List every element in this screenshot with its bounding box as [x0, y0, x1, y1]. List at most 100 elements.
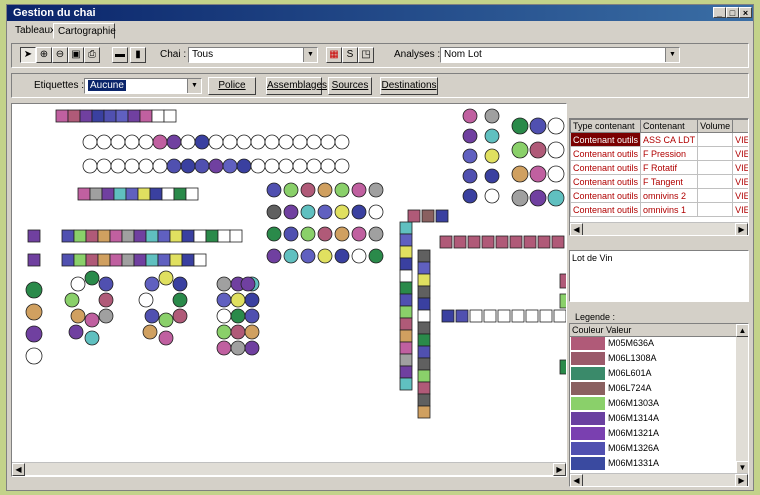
tank-circle[interactable]	[96, 134, 112, 150]
tank-circle[interactable]	[158, 312, 174, 328]
tank-square[interactable]	[173, 187, 187, 201]
tank-circle[interactable]	[462, 188, 478, 204]
picture-icon[interactable]: ▣	[68, 47, 84, 63]
tank-circle[interactable]	[368, 226, 384, 242]
tank-circle[interactable]	[68, 324, 84, 340]
tank-circle[interactable]	[529, 165, 547, 183]
tank-circle[interactable]	[216, 340, 232, 356]
tank-square[interactable]	[133, 253, 147, 267]
tank-square[interactable]	[399, 293, 413, 307]
tank-square[interactable]	[61, 253, 75, 267]
tank-square[interactable]	[497, 309, 511, 323]
sources-button[interactable]: Sources	[328, 77, 372, 95]
tank-circle[interactable]	[98, 308, 114, 324]
tank-square[interactable]	[439, 235, 453, 249]
tank-square[interactable]	[73, 229, 87, 243]
tank-square[interactable]	[559, 273, 566, 289]
tank-square[interactable]	[417, 405, 431, 419]
tank-square[interactable]	[509, 235, 523, 249]
tank-circle[interactable]	[230, 324, 246, 340]
tank-square[interactable]	[417, 345, 431, 359]
tank-map[interactable]	[12, 104, 566, 462]
legend-row[interactable]: M06M1321A	[570, 427, 736, 440]
tank-circle[interactable]	[547, 165, 565, 183]
tank-circle[interactable]	[180, 134, 196, 150]
tank-square[interactable]	[537, 235, 551, 249]
tank-circle[interactable]	[138, 158, 154, 174]
tank-circle[interactable]	[216, 324, 232, 340]
tank-square[interactable]	[127, 109, 141, 123]
tank-circle[interactable]	[64, 292, 80, 308]
tank-circle[interactable]	[138, 292, 154, 308]
tank-square[interactable]	[399, 281, 413, 295]
tank-circle[interactable]	[511, 189, 529, 207]
legend-row[interactable]: M06L601A	[570, 367, 736, 380]
etiquettes-select[interactable]: Aucune ▼	[84, 78, 202, 94]
tank-circle[interactable]	[172, 292, 188, 308]
maximize-button[interactable]: □	[726, 7, 739, 18]
tank-circle[interactable]	[368, 248, 384, 264]
tank-circle[interactable]	[240, 276, 256, 292]
tank-circle[interactable]	[266, 182, 282, 198]
tank-circle[interactable]	[351, 182, 367, 198]
tank-circle[interactable]	[25, 303, 43, 321]
tank-circle[interactable]	[244, 324, 260, 340]
tank-circle[interactable]	[222, 134, 238, 150]
tank-square[interactable]	[511, 309, 525, 323]
tank-square[interactable]	[109, 253, 123, 267]
chevron-down-icon[interactable]: ▼	[303, 48, 317, 62]
table-row[interactable]: Contenant outilsomnivins 2VIEIL	[570, 188, 748, 203]
table-row[interactable]: Contenant outilsASS CA LDTVIEIL	[570, 132, 748, 147]
col-contenant[interactable]: Contenant	[640, 119, 699, 133]
tank-square[interactable]	[97, 253, 111, 267]
tank-square[interactable]	[495, 235, 509, 249]
tank-square[interactable]	[553, 309, 566, 323]
tank-square[interactable]	[399, 269, 413, 283]
tank-square[interactable]	[137, 187, 151, 201]
assemblages-button[interactable]: Assemblages	[266, 77, 327, 95]
tank-square[interactable]	[185, 187, 199, 201]
col-extra[interactable]	[732, 119, 748, 133]
tank-circle[interactable]	[208, 134, 224, 150]
tank-square[interactable]	[85, 253, 99, 267]
tank-circle[interactable]	[334, 204, 350, 220]
tank-circle[interactable]	[278, 134, 294, 150]
tank-circle[interactable]	[317, 226, 333, 242]
tank-square[interactable]	[417, 273, 431, 287]
tank-square[interactable]	[101, 187, 115, 201]
tank-square[interactable]	[217, 229, 231, 243]
tank-square[interactable]	[161, 187, 175, 201]
tank-square[interactable]	[399, 353, 413, 367]
tank-circle[interactable]	[70, 276, 86, 292]
vertical-bar-icon[interactable]: ▮	[130, 47, 146, 63]
tank-circle[interactable]	[230, 292, 246, 308]
tank-square[interactable]	[417, 261, 431, 275]
tank-square[interactable]	[139, 109, 153, 123]
legend-row[interactable]: M06L1308A	[570, 352, 736, 365]
tank-square[interactable]	[417, 321, 431, 335]
tank-circle[interactable]	[334, 158, 350, 174]
tank-square[interactable]	[27, 253, 41, 267]
pointer-icon[interactable]: ➤	[20, 47, 36, 63]
tank-square[interactable]	[399, 221, 413, 235]
tank-square[interactable]	[551, 235, 565, 249]
tank-square[interactable]	[115, 109, 129, 123]
tank-square[interactable]	[169, 253, 183, 267]
tank-circle[interactable]	[152, 134, 168, 150]
tank-circle[interactable]	[216, 292, 232, 308]
tank-circle[interactable]	[144, 276, 160, 292]
tank-square[interactable]	[407, 209, 421, 223]
tank-circle[interactable]	[511, 141, 529, 159]
tank-circle[interactable]	[547, 141, 565, 159]
chevron-down-icon[interactable]: ▼	[665, 48, 679, 62]
destinations-button[interactable]: Destinations	[380, 77, 438, 95]
table-row[interactable]: Contenant outilsF TangentVIEIL	[570, 174, 748, 189]
tank-circle[interactable]	[283, 182, 299, 198]
tank-circle[interactable]	[529, 117, 547, 135]
tank-circle[interactable]	[172, 308, 188, 324]
tank-circle[interactable]	[216, 276, 232, 292]
tank-circle[interactable]	[25, 347, 43, 365]
tank-circle[interactable]	[230, 340, 246, 356]
tank-circle[interactable]	[84, 330, 100, 346]
zoom-out-icon[interactable]: ⊖	[52, 47, 68, 63]
